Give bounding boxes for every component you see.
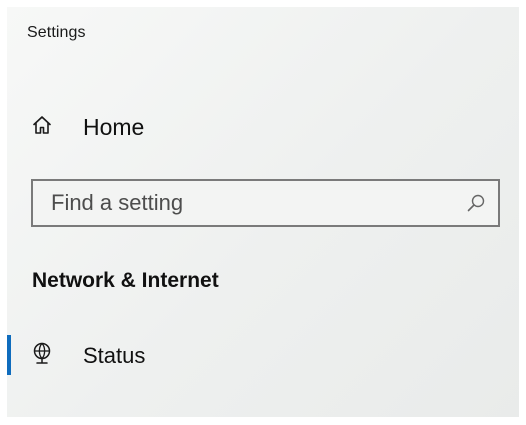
nav-home[interactable]: Home bbox=[7, 103, 519, 147]
search-box[interactable] bbox=[31, 179, 500, 227]
selection-indicator bbox=[7, 335, 11, 375]
nav-home-label: Home bbox=[83, 114, 145, 140]
search-input[interactable] bbox=[33, 181, 453, 225]
window-title: Settings bbox=[27, 24, 86, 41]
nav-item-status-label: Status bbox=[83, 343, 146, 368]
nav-item-status[interactable]: Status bbox=[7, 333, 519, 377]
settings-window: Settings Home Network & Internet bbox=[7, 7, 519, 417]
search-icon[interactable] bbox=[466, 193, 486, 213]
network-status-icon bbox=[31, 342, 55, 366]
section-heading: Network & Internet bbox=[32, 269, 219, 292]
home-icon bbox=[31, 114, 53, 136]
